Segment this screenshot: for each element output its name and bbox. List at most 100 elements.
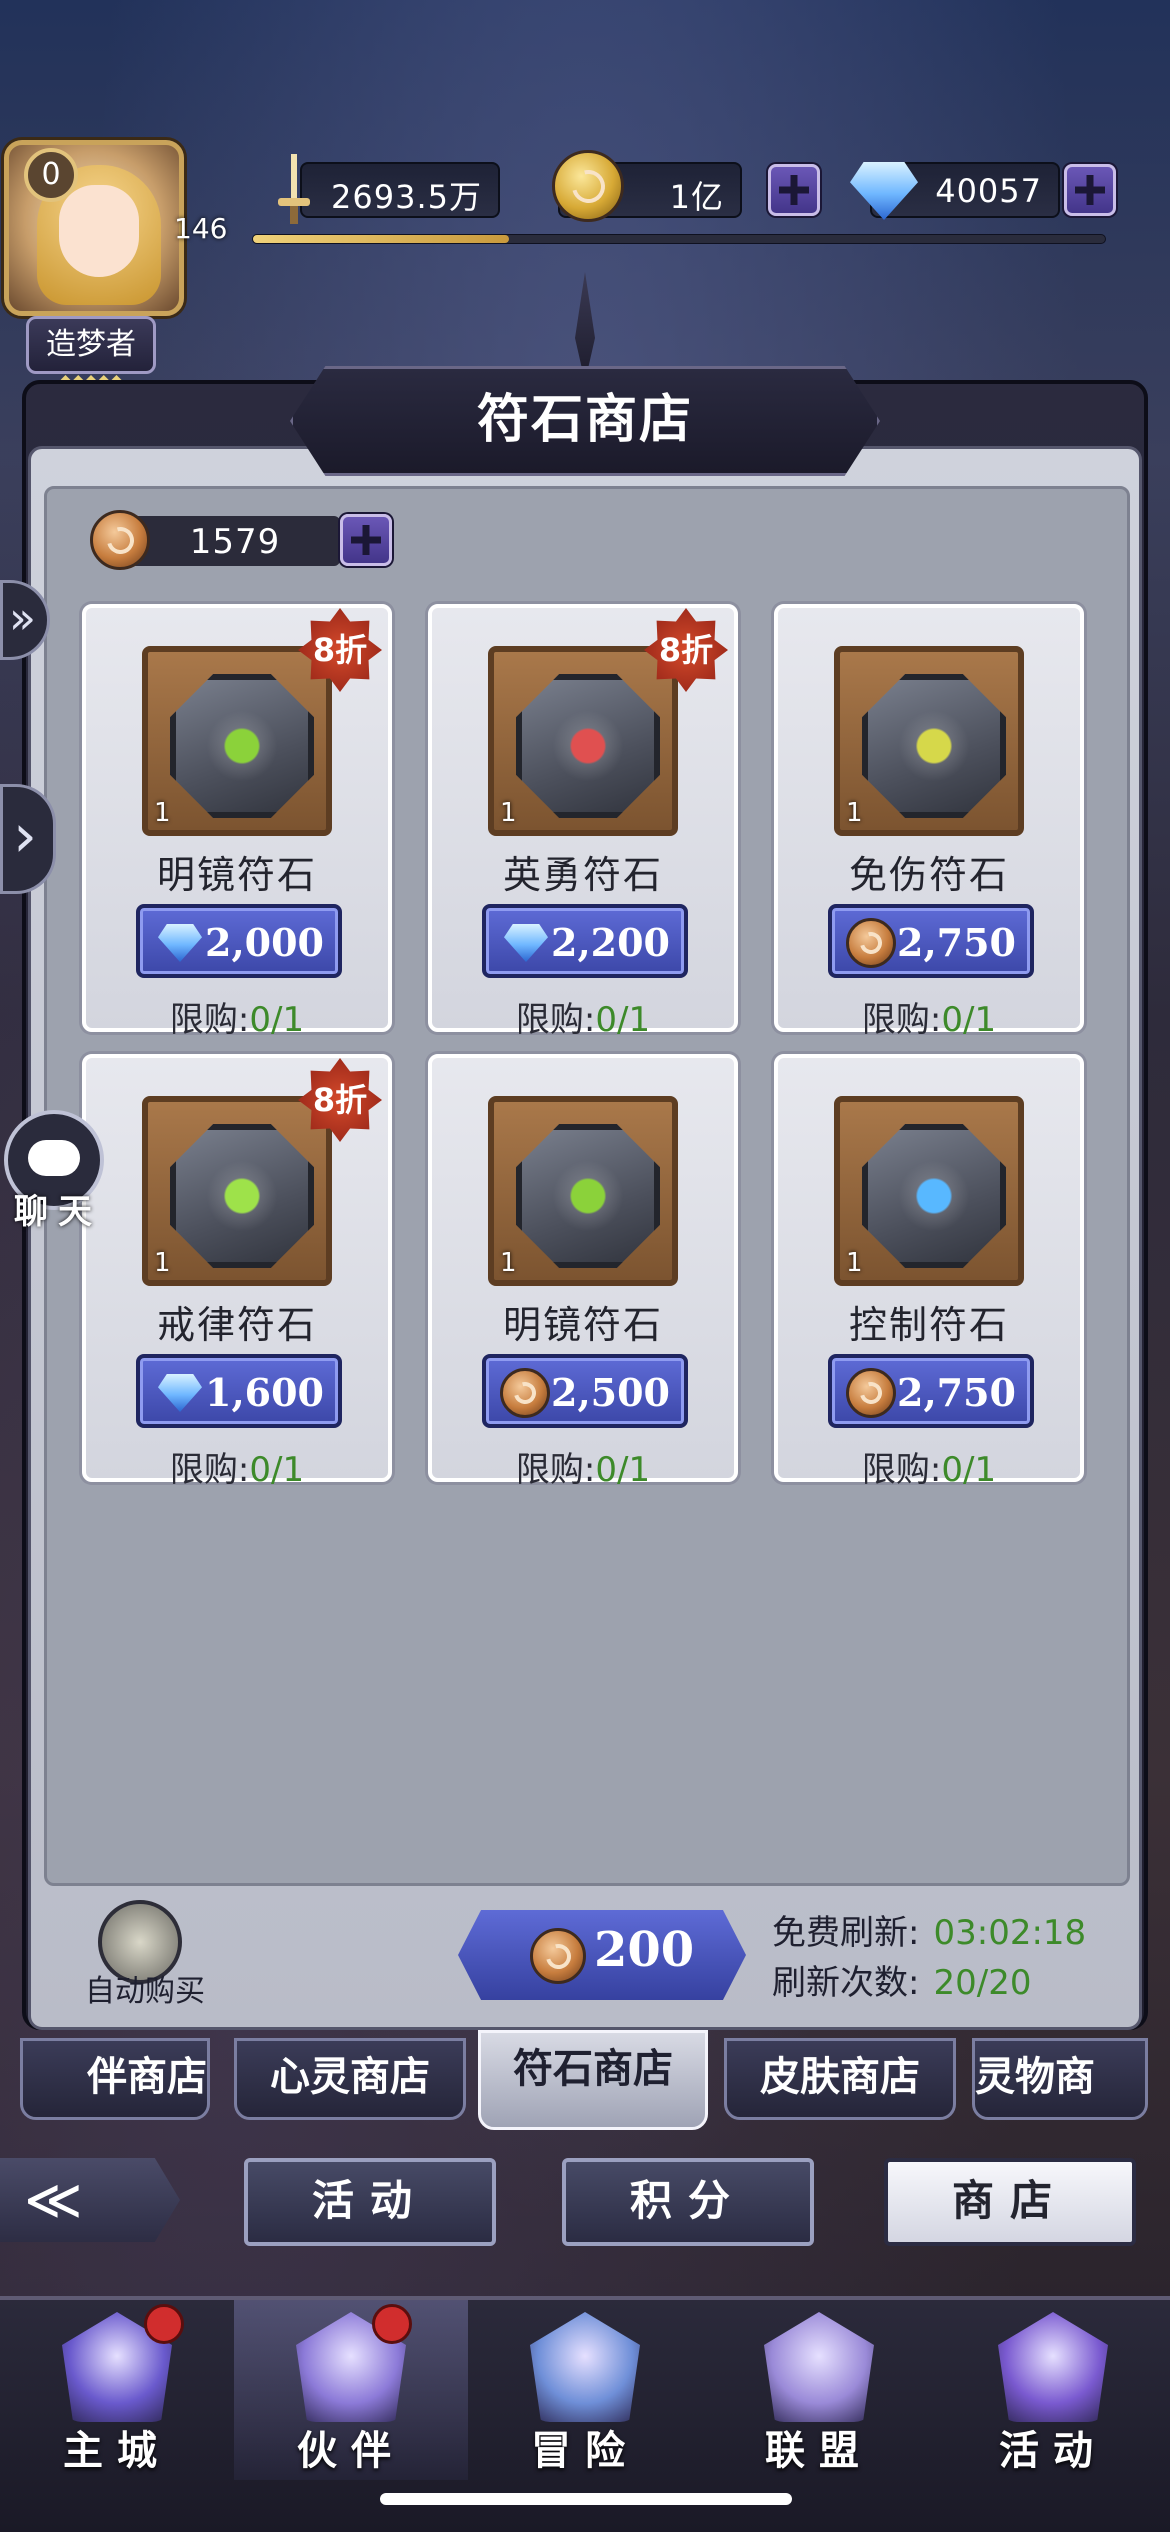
buy-button[interactable]: 2,750: [828, 904, 1034, 978]
subnav-activity[interactable]: 活动: [244, 2158, 496, 2246]
gem-icon: [158, 924, 202, 962]
bottom-nav-label: 活动: [999, 2427, 1107, 2474]
shop-tabs: 伴商店 心灵商店 符石商店 皮肤商店 灵物商: [20, 2030, 1150, 2130]
purchase-limit-value: 0/1: [249, 1000, 305, 1040]
leaf-swirl-icon: [552, 1160, 624, 1232]
exp-bar-fill: [253, 235, 509, 243]
subnav-shop[interactable]: 商店: [884, 2158, 1136, 2246]
refresh-count-label: 刷新次数:: [772, 1963, 920, 2003]
target-icon: [898, 1160, 970, 1232]
item-quantity: 1: [154, 1248, 171, 1278]
gem-value: 40057: [935, 172, 1042, 210]
shop-item-card[interactable]: 1 明镜符石 2,500 限购:0/1: [428, 1054, 738, 1490]
purchase-limit: 限购:0/1: [432, 1442, 734, 1491]
item-name: 英勇符石: [502, 853, 663, 897]
purchase-limit-label: 限购:: [861, 1000, 942, 1040]
purchase-limit-value: 0/1: [595, 1000, 651, 1040]
leaf-swirl-icon: [206, 710, 278, 782]
notification-badge: [372, 2304, 412, 2344]
player-level: 146: [174, 212, 228, 245]
item-price: 2,500: [551, 1370, 670, 1415]
rune-currency-value: 1579: [189, 522, 281, 562]
subnav-points[interactable]: 积分: [562, 2158, 814, 2246]
rune-currency-box: 1579: [130, 516, 340, 566]
refresh-count-value: 20/20: [933, 1963, 1032, 2003]
purchase-limit-value: 0/1: [941, 1000, 997, 1040]
bottom-nav-item[interactable]: 伙伴: [234, 2300, 468, 2480]
shop-item-card[interactable]: 1 8折 戒律符石 1,600 限购:0/1: [82, 1054, 392, 1490]
bottom-nav-label: 主城: [63, 2427, 171, 2474]
purchase-limit: 限购:0/1: [778, 1442, 1080, 1491]
chat-label: 聊天: [14, 1192, 102, 1232]
back-button[interactable]: ≪: [0, 2158, 180, 2242]
buy-button[interactable]: 2,500: [482, 1354, 688, 1428]
shop-item-card[interactable]: 1 8折 英勇符石 2,200 限购:0/1: [428, 604, 738, 1040]
rune-coin-icon: [846, 918, 896, 968]
item-quantity: 1: [154, 798, 171, 828]
buy-button[interactable]: 2,750: [828, 1354, 1034, 1428]
exp-bar: [252, 234, 1106, 244]
purchase-limit-label: 限购:: [169, 1000, 250, 1040]
item-slot: 1: [488, 1096, 678, 1286]
bottom-nav-item[interactable]: 冒险: [468, 2300, 702, 2480]
item-price: 1,600: [205, 1370, 324, 1415]
shop-item-card[interactable]: 1 控制符石 2,750 限购:0/1: [774, 1054, 1084, 1490]
compass-icon: [530, 2312, 640, 2422]
item-name: 明镜符石: [156, 853, 317, 897]
tab-shop[interactable]: 符石商店: [478, 2030, 708, 2130]
bottom-nav-label: 伙伴: [297, 2427, 405, 2474]
vip-level-badge: 0: [24, 148, 78, 202]
item-quantity: 1: [846, 1248, 863, 1278]
item-slot: 1: [834, 646, 1024, 836]
resource-bar: 2693.5万 1亿 40057: [230, 150, 1116, 230]
add-gold-button[interactable]: [768, 164, 820, 216]
add-gems-button[interactable]: [1064, 164, 1116, 216]
fist-icon: [552, 710, 624, 782]
buy-button[interactable]: 2,000: [136, 904, 342, 978]
shield-icon: [764, 2312, 874, 2422]
tab-shop[interactable]: 皮肤商店: [724, 2038, 956, 2120]
sub-navigation: ≪ 活动 积分 商店: [0, 2150, 1170, 2250]
heart-icon: [206, 1160, 278, 1232]
shop-item-card[interactable]: 1 8折 明镜符石 2,000 限购:0/1: [82, 604, 392, 1040]
avatar-face: [59, 185, 139, 277]
item-slot: 1: [142, 646, 332, 836]
item-slot: 1: [142, 1096, 332, 1286]
tab-shop[interactable]: 伴商店: [20, 2038, 210, 2120]
bottom-nav-label: 冒险: [531, 2427, 639, 2474]
bottom-nav-item[interactable]: 联盟: [702, 2300, 936, 2480]
back-arrow-icon: ≪: [24, 2168, 83, 2233]
free-refresh-label: 免费刷新:: [772, 1913, 920, 1953]
purchase-limit: 限购:0/1: [86, 1442, 388, 1491]
gem-icon: [504, 924, 548, 962]
rune-currency: 1579: [90, 510, 392, 570]
chevron-right-icon: ›: [13, 801, 37, 871]
power-value: 2693.5万: [331, 178, 482, 216]
shop-item-card[interactable]: 1 免伤符石 2,750 限购:0/1: [774, 604, 1084, 1040]
auto-buy-label: 自动购买: [85, 1974, 205, 2009]
buy-button[interactable]: 2,200: [482, 904, 688, 978]
tab-shop[interactable]: 灵物商: [972, 2038, 1148, 2120]
buy-button[interactable]: 1,600: [136, 1354, 342, 1428]
free-refresh-timer: 03:02:18: [933, 1913, 1087, 1953]
cards-icon: [998, 2312, 1108, 2422]
item-name: 明镜符石: [502, 1303, 663, 1347]
rune-coin-icon: [500, 1368, 550, 1418]
rune-stone-icon: [516, 1124, 660, 1268]
item-price: 2,000: [205, 920, 324, 965]
player-title-badge[interactable]: 造梦者: [26, 316, 156, 374]
tab-shop[interactable]: 心灵商店: [234, 2038, 466, 2120]
bottom-nav-item[interactable]: 活动: [936, 2300, 1170, 2480]
add-rune-currency-button[interactable]: [340, 514, 392, 566]
sword-icon: [278, 154, 310, 226]
item-price: 2,200: [551, 920, 670, 965]
side-arrow-button[interactable]: ›: [0, 784, 56, 894]
purchase-limit: 限购:0/1: [778, 992, 1080, 1041]
bottom-nav-label: 联盟: [765, 2427, 873, 2474]
bottom-nav-item[interactable]: 主城: [0, 2300, 234, 2480]
expand-icon: »: [9, 593, 36, 644]
figure-icon: [898, 710, 970, 782]
purchase-limit-value: 0/1: [595, 1450, 651, 1490]
purchase-limit-label: 限购:: [515, 1000, 596, 1040]
item-price: 2,750: [897, 1370, 1016, 1415]
